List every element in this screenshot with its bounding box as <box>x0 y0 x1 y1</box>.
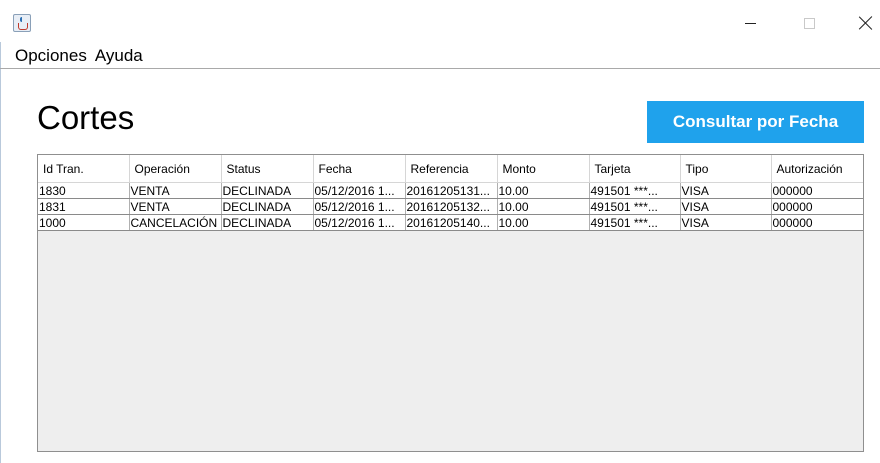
cell-status: DECLINADA <box>221 182 314 199</box>
column-header-monto[interactable]: Monto <box>497 155 590 183</box>
transactions-table[interactable]: Id Tran. Operación Status Fecha Referenc… <box>37 154 864 452</box>
cell-id: 1830 <box>38 182 130 199</box>
column-header-tarjeta[interactable]: Tarjeta <box>589 155 681 183</box>
cell-operacion: VENTA <box>129 182 222 199</box>
menu-separator <box>0 68 880 69</box>
cell-autorizacion: 000000 <box>771 214 863 231</box>
table-row[interactable]: 1830 VENTA DECLINADA 05/12/2016 1... 201… <box>38 182 863 199</box>
column-header-fecha[interactable]: Fecha <box>313 155 406 183</box>
cell-tipo: VISA <box>680 214 772 231</box>
cell-fecha: 05/12/2016 1... <box>313 214 406 231</box>
window-border <box>0 0 1 463</box>
cell-tarjeta: 491501 ***... <box>589 198 681 215</box>
cell-monto: 10.00 <box>497 198 590 215</box>
minimize-button[interactable] <box>727 8 773 38</box>
cell-referencia: 20161205140... <box>405 214 498 231</box>
cell-id: 1831 <box>38 198 130 215</box>
maximize-icon <box>803 17 815 29</box>
cell-fecha: 05/12/2016 1... <box>313 198 406 215</box>
cell-status: DECLINADA <box>221 198 314 215</box>
column-header-id[interactable]: Id Tran. <box>38 155 130 183</box>
cell-status: DECLINADA <box>221 214 314 231</box>
column-header-referencia[interactable]: Referencia <box>405 155 498 183</box>
column-header-operacion[interactable]: Operación <box>129 155 222 183</box>
title-bar[interactable] <box>0 0 880 42</box>
cell-monto: 10.00 <box>497 182 590 199</box>
column-header-tipo[interactable]: Tipo <box>680 155 772 183</box>
cell-operacion: VENTA <box>129 198 222 215</box>
cell-fecha: 05/12/2016 1... <box>313 182 406 199</box>
maximize-button[interactable] <box>786 8 832 38</box>
menu-bar: Opciones Ayuda <box>0 43 880 68</box>
cell-referencia: 20161205131... <box>405 182 498 199</box>
cell-tarjeta: 491501 ***... <box>589 182 681 199</box>
cell-autorizacion: 000000 <box>771 182 863 199</box>
column-header-autorizacion[interactable]: Autorización <box>771 155 863 183</box>
table-header-row: Id Tran. Operación Status Fecha Referenc… <box>38 155 863 183</box>
cell-monto: 10.00 <box>497 214 590 231</box>
minimize-icon <box>744 22 756 24</box>
column-header-status[interactable]: Status <box>221 155 314 183</box>
close-button[interactable] <box>843 8 880 38</box>
cell-operacion: CANCELACIÓN <box>129 214 222 231</box>
cell-referencia: 20161205132... <box>405 198 498 215</box>
cell-tipo: VISA <box>680 182 772 199</box>
menu-ayuda[interactable]: Ayuda <box>80 46 143 66</box>
close-icon <box>859 16 873 30</box>
menu-opciones[interactable]: Opciones <box>0 46 87 66</box>
java-cup-icon[interactable] <box>13 14 31 32</box>
cell-autorizacion: 000000 <box>771 198 863 215</box>
table-row[interactable]: 1831 VENTA DECLINADA 05/12/2016 1... 201… <box>38 198 863 215</box>
cell-tipo: VISA <box>680 198 772 215</box>
page-title: Cortes <box>37 99 135 136</box>
cell-tarjeta: 491501 ***... <box>589 214 681 231</box>
table-row[interactable]: 1000 CANCELACIÓN DECLINADA 05/12/2016 1.… <box>38 214 863 231</box>
cell-id: 1000 <box>38 214 130 231</box>
consult-by-date-button[interactable]: Consultar por Fecha <box>647 101 864 143</box>
